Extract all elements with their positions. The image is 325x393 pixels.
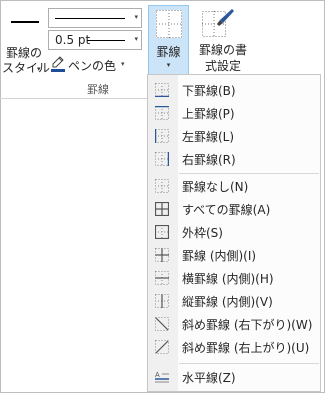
right-border-icon (155, 152, 169, 166)
menu-item-diagonal-up-border[interactable]: 斜め罫線 (右上がり)(U) (149, 335, 320, 359)
border-painter-button[interactable]: 罫線の書 式設定 (192, 5, 252, 75)
ribbon-bottom-divider (0, 98, 147, 99)
border-style-button[interactable]: 罫線の スタイル ▾ (2, 5, 50, 75)
menu-item-left-border[interactable]: 左罫線(L) (149, 124, 320, 148)
menu-item-no-border[interactable]: 罫線なし(N) (149, 174, 320, 198)
chevron-down-icon: ▾ (37, 65, 41, 73)
menu-item-label: 下罫線(B) (182, 84, 236, 98)
diagonal-down-border-icon (155, 317, 169, 331)
menu-item-label: 縦罫線 (内側)(V) (182, 295, 273, 309)
top-border-icon (155, 106, 169, 120)
outside-borders-icon (155, 225, 169, 239)
border-painter-icon (202, 9, 234, 37)
menu-item-horizontal-line[interactable]: A 水平線(Z) (149, 365, 320, 389)
borders-dropdown-menu: 下罫線(B) 上罫線(P) 左罫線(L) 右罫線(R) 罫線なし(N) すべての… (147, 74, 321, 392)
chevron-down-icon: ▾ (134, 13, 138, 21)
horizontal-line-icon: A (155, 372, 169, 383)
inside-vertical-border-icon (155, 294, 169, 308)
menu-item-label: 水平線(Z) (182, 371, 236, 385)
menu-item-outside-borders[interactable]: 外枠(S) (149, 220, 320, 244)
inside-horizontal-border-icon (155, 271, 169, 285)
menu-item-inside-borders[interactable]: 罫線 (内側)(I) (149, 243, 320, 267)
menu-item-label: 上罫線(P) (182, 107, 235, 121)
menu-item-top-border[interactable]: 上罫線(P) (149, 101, 320, 125)
svg-text:A: A (155, 372, 160, 379)
line-weight-sample (87, 40, 125, 41)
chevron-down-icon: ▾ (166, 61, 171, 69)
menu-item-label: 左罫線(L) (182, 130, 235, 144)
line-style-preview (11, 21, 39, 23)
pen-color-label: ペンの色 (68, 59, 117, 73)
borders-label: 罫線 (156, 45, 181, 59)
borders-button[interactable]: 罫線 ▾ (148, 5, 189, 75)
menu-item-diagonal-down-border[interactable]: 斜め罫線 (右下がり)(W) (149, 312, 320, 336)
menu-item-label: 罫線なし(N) (182, 180, 249, 194)
menu-item-label: 右罫線(R) (182, 153, 236, 167)
line-style-dropdown[interactable]: ▾ (48, 8, 142, 28)
left-border-icon (155, 129, 169, 143)
inside-borders-icon (155, 248, 169, 262)
menu-item-inside-vertical-border[interactable]: 縦罫線 (内側)(V) (149, 289, 320, 313)
line-weight-value: 0.5 pt (55, 33, 91, 47)
menu-item-label: 罫線 (内側)(I) (182, 249, 257, 263)
border-painter-label: 罫線の書 式設定 (198, 43, 247, 73)
chevron-down-icon: ▾ (134, 35, 138, 43)
menu-item-label: 外枠(S) (182, 226, 223, 240)
menu-item-bottom-border[interactable]: 下罫線(B) (149, 78, 320, 102)
menu-separator (179, 363, 319, 364)
pen-icon (51, 56, 65, 72)
menu-item-inside-horizontal-border[interactable]: 横罫線 (内側)(H) (149, 266, 320, 290)
menu-item-all-borders[interactable]: すべての罫線(A) (149, 197, 320, 221)
no-border-icon (155, 179, 169, 193)
menu-item-right-border[interactable]: 右罫線(R) (149, 147, 320, 171)
menu-item-label: 斜め罫線 (右下がり)(W) (182, 318, 313, 332)
borders-icon (156, 10, 182, 38)
diagonal-up-border-icon (155, 340, 169, 354)
bottom-border-icon (155, 83, 169, 97)
line-style-sample (55, 18, 125, 19)
line-weight-dropdown[interactable]: 0.5 pt ▾ (48, 30, 142, 50)
all-borders-icon (155, 202, 169, 216)
pen-color-button[interactable]: ペンの色 ▾ (49, 55, 149, 75)
menu-item-label: すべての罫線(A) (182, 203, 271, 217)
group-label: 罫線 (87, 83, 109, 96)
menu-item-label: 横罫線 (内側)(H) (182, 272, 274, 286)
chevron-down-icon: ▾ (121, 60, 125, 68)
menu-item-label: 斜め罫線 (右上がり)(U) (182, 341, 310, 355)
